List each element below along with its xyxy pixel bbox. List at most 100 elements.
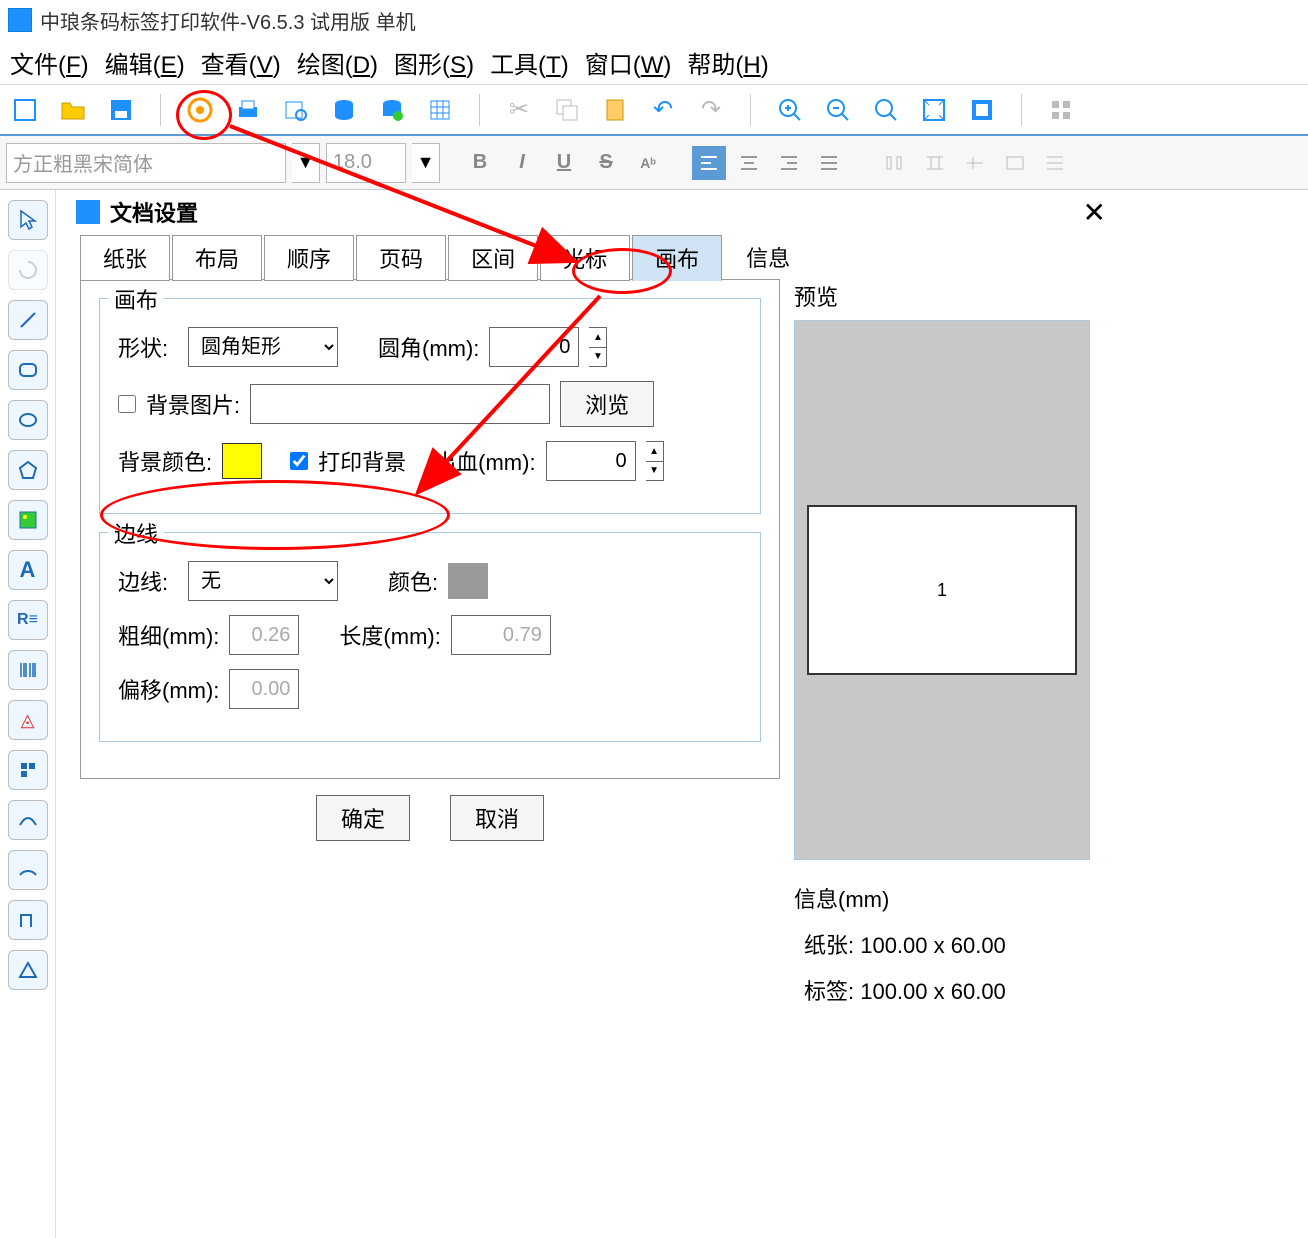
open-icon[interactable] xyxy=(58,95,88,125)
align-center-icon[interactable] xyxy=(732,146,766,180)
bgimg-checkbox[interactable] xyxy=(118,395,136,413)
thickness-input[interactable] xyxy=(229,615,299,655)
tab-cursor[interactable]: 光标 xyxy=(540,235,630,281)
text-tool-icon[interactable]: A xyxy=(8,550,48,590)
corner-spinner[interactable]: ▲▼ xyxy=(589,327,607,367)
print-icon[interactable] xyxy=(233,95,263,125)
dialog-icon xyxy=(76,200,100,224)
font-name-dropdown-icon[interactable]: ▼ xyxy=(292,143,320,183)
align-justify-icon[interactable] xyxy=(812,146,846,180)
browse-button[interactable]: 浏览 xyxy=(560,381,654,427)
border-group: 边线 边线: 无 颜色: 粗细(mm): xyxy=(99,532,761,742)
border-label: 边线: xyxy=(118,565,178,597)
border-combo[interactable]: 无 xyxy=(188,561,338,601)
arc-tool-icon[interactable] xyxy=(8,850,48,890)
database-icon[interactable] xyxy=(329,95,359,125)
menu-bar: 文件(F) 编辑(E) 查看(V) 绘图(D) 图形(S) 工具(T) 窗口(W… xyxy=(0,40,1308,84)
strike-icon[interactable]: S xyxy=(588,145,624,181)
spacing-1-icon[interactable] xyxy=(878,146,912,180)
settings-icon[interactable] xyxy=(185,95,215,125)
database-refresh-icon[interactable] xyxy=(377,95,407,125)
shape-combo[interactable]: 圆角矩形 xyxy=(188,327,338,367)
ellipse-tool-icon[interactable] xyxy=(8,400,48,440)
bgcolor-label: 背景颜色: xyxy=(118,445,212,477)
menu-shape[interactable]: 图形(S) xyxy=(394,45,474,80)
tab-layout[interactable]: 布局 xyxy=(172,235,262,281)
spacing-4-icon[interactable] xyxy=(998,146,1032,180)
info-paper: 纸张: 100.00 x 60.00 xyxy=(794,928,1094,960)
menu-help[interactable]: 帮助(H) xyxy=(687,45,768,80)
select-tool-icon[interactable] xyxy=(8,200,48,240)
align-right-icon[interactable] xyxy=(772,146,806,180)
menu-file[interactable]: 文件(F) xyxy=(10,45,89,80)
spacing-3-icon[interactable] xyxy=(958,146,992,180)
menu-window[interactable]: 窗口(W) xyxy=(585,45,672,80)
cut-icon[interactable]: ✂ xyxy=(504,95,534,125)
grid-icon[interactable] xyxy=(425,95,455,125)
line-tool-icon[interactable] xyxy=(8,300,48,340)
canvas-group: 画布 形状: 圆角矩形 圆角(mm): ▲▼ 背 xyxy=(99,298,761,514)
italic-icon[interactable]: I xyxy=(504,145,540,181)
zoom-in-icon[interactable] xyxy=(775,95,805,125)
menu-view[interactable]: 查看(V) xyxy=(201,45,281,80)
barcode-tool-icon[interactable] xyxy=(8,650,48,690)
main-toolbar: ✂ ↶ ↷ xyxy=(0,84,1308,134)
fit-window-icon[interactable] xyxy=(919,95,949,125)
font-size-dropdown-icon[interactable]: ▼ xyxy=(412,143,440,183)
tab-order[interactable]: 顺序 xyxy=(264,235,354,281)
tab-range[interactable]: 区间 xyxy=(448,235,538,281)
color-label: 颜色: xyxy=(388,565,438,597)
font-size-input[interactable] xyxy=(326,143,406,183)
path-tool-icon[interactable] xyxy=(8,900,48,940)
cancel-button[interactable]: 取消 xyxy=(450,795,544,841)
richtext-tool-icon[interactable]: R≡ xyxy=(8,600,48,640)
spacing-2-icon[interactable] xyxy=(918,146,952,180)
offset-input[interactable] xyxy=(229,669,299,709)
close-icon[interactable]: ✕ xyxy=(1083,196,1106,229)
qrcode-tool-icon[interactable]: ◬ xyxy=(8,700,48,740)
tab-page[interactable]: 页码 xyxy=(356,235,446,281)
redo-icon[interactable]: ↷ xyxy=(696,95,726,125)
paste-icon[interactable] xyxy=(600,95,630,125)
tab-info[interactable]: 信息 xyxy=(724,235,812,281)
corner-label: 圆角(mm): xyxy=(378,331,479,363)
bgcolor-swatch[interactable] xyxy=(222,443,262,479)
zoom-out-icon[interactable] xyxy=(823,95,853,125)
grid-tool-icon[interactable] xyxy=(8,750,48,790)
copy-icon[interactable] xyxy=(552,95,582,125)
rotate-tool-icon[interactable] xyxy=(8,250,48,290)
superscript-icon[interactable]: Aᵇ xyxy=(630,145,666,181)
image-tool-icon[interactable] xyxy=(8,500,48,540)
roundrect-tool-icon[interactable] xyxy=(8,350,48,390)
ok-button[interactable]: 确定 xyxy=(316,795,410,841)
preview-icon[interactable] xyxy=(281,95,311,125)
menu-tool[interactable]: 工具(T) xyxy=(490,45,569,80)
curve-tool-icon[interactable] xyxy=(8,800,48,840)
spacing-5-icon[interactable] xyxy=(1038,146,1072,180)
length-input[interactable] xyxy=(451,615,551,655)
menu-draw[interactable]: 绘图(D) xyxy=(297,45,378,80)
extra-icon[interactable] xyxy=(1046,95,1076,125)
undo-icon[interactable]: ↶ xyxy=(648,95,678,125)
bold-icon[interactable]: B xyxy=(462,145,498,181)
align-left-icon[interactable] xyxy=(692,146,726,180)
font-name-input[interactable] xyxy=(6,143,286,183)
triangle-tool-icon[interactable] xyxy=(8,950,48,990)
actual-size-icon[interactable] xyxy=(967,95,997,125)
menu-edit[interactable]: 编辑(E) xyxy=(105,45,185,80)
bleed-input[interactable] xyxy=(546,441,636,481)
tab-paper[interactable]: 纸张 xyxy=(80,235,170,281)
zoom-fit-icon[interactable] xyxy=(871,95,901,125)
tab-canvas[interactable]: 画布 xyxy=(632,235,722,281)
new-icon[interactable] xyxy=(10,95,40,125)
bgimg-path-input[interactable] xyxy=(250,384,550,424)
save-icon[interactable] xyxy=(106,95,136,125)
bleed-spinner[interactable]: ▲▼ xyxy=(646,441,664,481)
corner-input[interactable] xyxy=(489,327,579,367)
print-bg-checkbox[interactable] xyxy=(290,452,308,470)
font-toolbar: ▼ ▼ B I U S Aᵇ xyxy=(0,134,1308,190)
polygon-tool-icon[interactable] xyxy=(8,450,48,490)
border-color-swatch[interactable] xyxy=(448,563,488,599)
title-bar: 中琅条码标签打印软件-V6.5.3 试用版 单机 xyxy=(0,0,1308,40)
underline-icon[interactable]: U xyxy=(546,145,582,181)
